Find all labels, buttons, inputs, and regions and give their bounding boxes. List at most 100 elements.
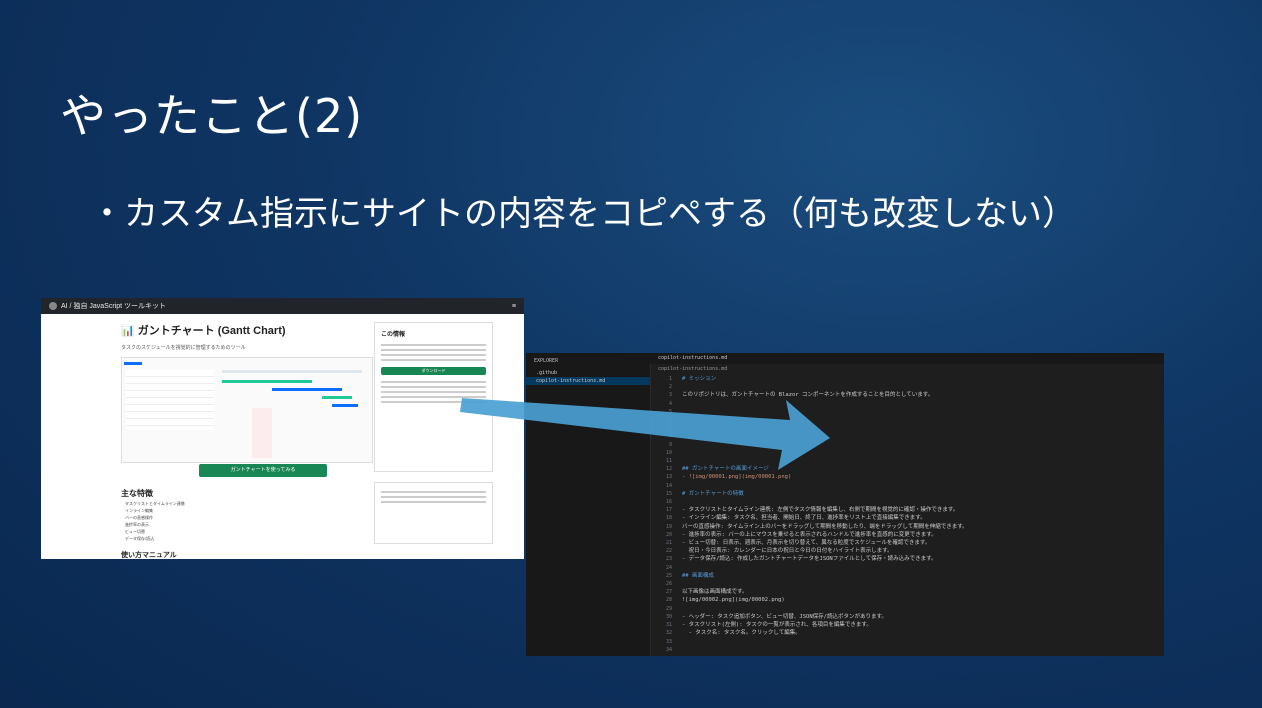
- slide-bullet-text: ・カスタム指示にサイトの内容をコピペする（何も改変しない）: [90, 194, 1076, 234]
- code-line: # ガントチャートの特徴: [682, 490, 744, 497]
- line-number: 2: [668, 384, 672, 391]
- gantt-bar: [322, 396, 352, 399]
- editor-explorer: EXPLORER .github copilot-instructions.md: [526, 353, 651, 656]
- web-try-button[interactable]: ガントチャートを使ってみる: [199, 464, 327, 477]
- code-line: バーの直感操作: タイムライン上のバーをドラッグして期間を移動したり、端をドラッ…: [682, 523, 968, 530]
- web-brand-text: AI / 独自 JavaScript ツールキット: [61, 303, 167, 310]
- list-item: データ保存/読込: [125, 536, 155, 541]
- line-number: 20: [665, 531, 672, 538]
- web-nav-links: ≡: [511, 302, 516, 310]
- list-item: 進捗率の表示: [125, 522, 149, 527]
- line-number: 33: [665, 638, 672, 645]
- gantt-task-list: [126, 370, 214, 430]
- web-subtitle: タスクのスケジュールを視覚的に管理するためのツール: [121, 345, 246, 351]
- line-number: 18: [665, 515, 672, 522]
- code-line: - 進捗率の表示: バーの上にマウスを乗せると表示されるハンドルで進捗率を直感的…: [682, 531, 937, 538]
- line-number: 26: [665, 581, 672, 588]
- website-screenshot: AI / 独自 JavaScript ツールキット ≡ 📊 ガントチャート (G…: [41, 298, 524, 559]
- editor-line-numbers: 1 2 3 4 5 6 7 8 9 10 11 12 13 14 15 16 17 18 19 20 21 22 23 24 2…: [650, 375, 676, 656]
- logo-icon: [49, 302, 57, 310]
- code-line: 以下画像は画面構成です。: [682, 589, 748, 596]
- line-number: 24: [665, 564, 672, 571]
- code-line: ## ガントチャートの画面イメージ: [682, 466, 769, 473]
- gantt-bar: [222, 380, 312, 383]
- gantt-bar: [332, 404, 358, 407]
- line-number: 23: [665, 556, 672, 563]
- list-item: ビュー切替: [125, 529, 145, 534]
- editor-tab[interactable]: copilot-instructions.md: [650, 353, 1164, 364]
- line-number: 32: [665, 630, 672, 637]
- code-line: - データ保存/読込: 作成したガントチャートデータをJSONファイルとして保存…: [682, 556, 937, 563]
- line-number: 22: [665, 548, 672, 555]
- explorer-item[interactable]: .github: [526, 369, 650, 377]
- web-sidebar-card: この情報 ダウンロード: [374, 322, 493, 472]
- line-number: 12: [665, 466, 672, 473]
- editor-code[interactable]: # ミッション このリポジトリは、ガントチャートの Blazor コンポーネント…: [682, 375, 1160, 656]
- gantt-holiday-column: [252, 408, 272, 458]
- web-features-heading: 主な特徴: [121, 489, 153, 498]
- web-sidebar-card-2: [374, 482, 493, 544]
- line-number: 29: [665, 605, 672, 612]
- web-side-title: この情報: [381, 332, 406, 338]
- line-number: 27: [665, 589, 672, 596]
- code-line: 祝日・今日表示: カレンダーに日本の祝日と今日の日付をハイライト表示します。: [682, 548, 893, 555]
- editor-screenshot: EXPLORER .github copilot-instructions.md…: [526, 353, 1164, 656]
- code-line: ![img/00002.png](img/00002.png): [682, 597, 785, 604]
- line-number: 16: [665, 499, 672, 506]
- gantt-header-button: [124, 362, 142, 365]
- line-number: 3: [668, 392, 672, 399]
- web-side-button[interactable]: ダウンロード: [381, 367, 486, 375]
- web-manual-heading: 使い方マニュアル: [121, 552, 177, 559]
- line-number: 17: [665, 507, 672, 514]
- code-line: ## 画面構成: [682, 572, 714, 579]
- line-number: 10: [665, 449, 672, 456]
- line-number: 5: [668, 408, 672, 415]
- web-main-content: 📊 ガントチャート (Gantt Chart) タスクのスケジュールを視覚的に管…: [121, 322, 373, 463]
- gantt-chart-preview: [121, 357, 373, 463]
- line-number: 6: [668, 417, 672, 424]
- line-number: 34: [665, 646, 672, 653]
- code-line: - ![img/00001.png](img/00001.png): [682, 474, 792, 481]
- code-line: - タスク名: タスク名。クリックして編集。: [682, 630, 801, 637]
- explorer-item[interactable]: copilot-instructions.md: [526, 377, 650, 385]
- line-number: 9: [668, 441, 672, 448]
- code-line: このリポジトリは、ガントチャートの Blazor コンポーネントを作成することを…: [682, 392, 934, 399]
- list-item: タスクリストとタイムライン連携: [125, 501, 185, 506]
- line-number: 14: [665, 482, 672, 489]
- code-line: - インライン編集: タスク名、担当者、開始日、終了日、進捗率をリスト上で直接編…: [682, 515, 926, 522]
- line-number: 1: [668, 376, 672, 382]
- list-item: バーの直感操作: [125, 515, 153, 520]
- line-number: 13: [665, 474, 672, 481]
- line-number: 30: [665, 613, 672, 620]
- web-navbar: AI / 独自 JavaScript ツールキット ≡: [41, 298, 524, 314]
- editor-breadcrumb: copilot-instructions.md: [658, 366, 728, 372]
- line-number: 31: [665, 622, 672, 629]
- line-number: 21: [665, 540, 672, 547]
- line-number: 28: [665, 597, 672, 604]
- line-number: 8: [668, 433, 672, 440]
- slide-title: やったこと(2): [60, 89, 364, 143]
- line-number: 7: [668, 425, 672, 432]
- line-number: 11: [665, 458, 672, 465]
- line-number: 25: [665, 572, 672, 579]
- web-brand: AI / 独自 JavaScript ツールキット: [49, 301, 166, 311]
- line-number: 4: [668, 400, 672, 407]
- code-line: - タスクリストとタイムライン連携: 左側でタスク情報を編集し、右側で期間を視覚…: [682, 507, 959, 514]
- code-line: - ヘッダー: タスク追加ボタン、ビュー切替、JSON保存/読込ボタンがあります…: [682, 613, 887, 620]
- code-line: # ミッション: [682, 376, 717, 382]
- gantt-bar: [272, 388, 342, 391]
